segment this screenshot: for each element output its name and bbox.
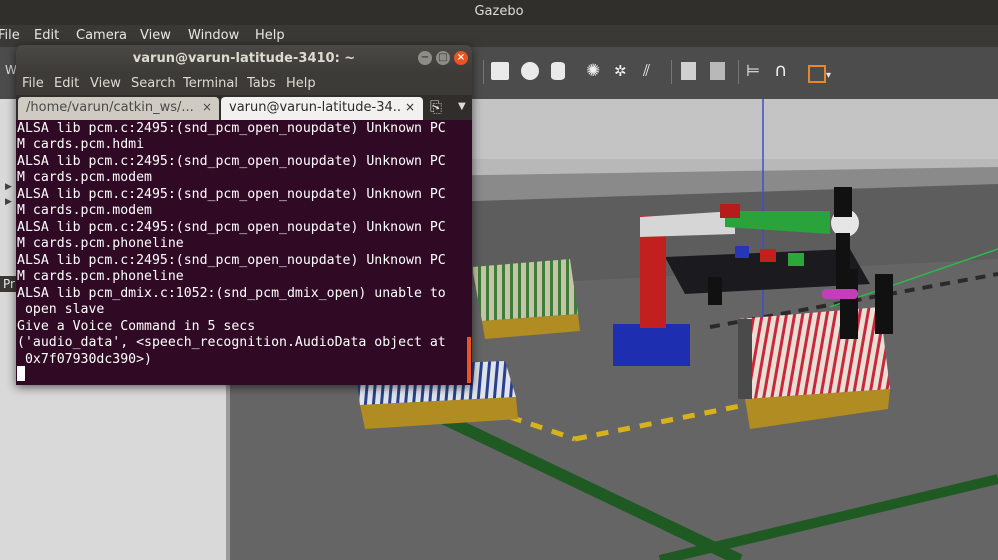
gazebo-menubar: File Edit Camera View Window Help [0, 25, 998, 47]
terminal-line: M cards.pcm.modem [17, 203, 152, 218]
spot-light-icon[interactable]: ✲ [614, 62, 632, 80]
terminal-line: ALSA lib pcm.c:2495:(snd_pcm_open_noupda… [17, 121, 446, 136]
terminal-menu-file[interactable]: File [22, 76, 44, 91]
robot-black-link [834, 187, 852, 217]
terminal-window: varun@varun-latitude-3410: ~ − □ × File … [16, 45, 472, 385]
tab-label: varun@varun-latitude-34... [229, 100, 401, 115]
tab-close-icon[interactable]: × [202, 100, 212, 114]
terminal-line: ('audio_data', <speech_recognition.Audio… [17, 335, 446, 350]
terminal-line: Give a Voice Command in 5 secs [17, 319, 256, 334]
robot-base [613, 324, 690, 366]
chevron-down-icon[interactable]: ▾ [826, 70, 844, 88]
select-view-icon[interactable] [808, 65, 826, 83]
sphere-shape-icon[interactable] [521, 62, 539, 80]
terminal-menu-view[interactable]: View [90, 76, 121, 91]
terminal-line: ALSA lib pcm_dmix.c:1052:(snd_pcm_dmix_o… [17, 286, 446, 301]
text-cursor [17, 366, 25, 381]
terminal-titlebar[interactable]: varun@varun-latitude-3410: ~ − □ × [16, 45, 472, 73]
expand-arrow-icon[interactable]: ▶ [5, 197, 12, 207]
maximize-icon[interactable]: □ [436, 51, 450, 65]
gazebo-menu-edit[interactable]: Edit [34, 28, 59, 43]
terminal-menu-tabs[interactable]: Tabs [247, 76, 276, 91]
cube-green [788, 253, 804, 266]
paste-icon[interactable] [710, 62, 725, 80]
terminal-line: M cards.pcm.phoneline [17, 269, 184, 284]
terminal-line: ALSA lib pcm.c:2495:(snd_pcm_open_noupda… [17, 220, 446, 235]
tab-varun-home[interactable]: varun@varun-latitude-34... × [221, 97, 423, 120]
gazebo-menu-window[interactable]: Window [188, 28, 239, 43]
terminal-tab-bar: /home/varun/catkin_ws/... × varun@varun-… [16, 95, 472, 120]
terminal-menu-edit[interactable]: Edit [54, 76, 79, 91]
gazebo-menu-camera[interactable]: Camera [76, 28, 127, 43]
table-leg [875, 274, 893, 334]
expand-arrow-icon[interactable]: ▶ [5, 182, 12, 192]
toolbar-separator [671, 60, 672, 84]
point-light-icon[interactable]: ✺ [586, 62, 604, 80]
tab-close-icon[interactable]: × [405, 100, 415, 114]
terminal-line: 0x7f07930dc390>) [17, 352, 152, 367]
terminal-line: open slave [17, 302, 105, 317]
toolbar-separator [483, 60, 484, 84]
robot-gripper [836, 233, 850, 291]
tab-menu-chevron-icon[interactable]: ▼ [458, 101, 466, 112]
snap-icon[interactable]: ∩ [774, 62, 792, 80]
terminal-menu-help[interactable]: Help [286, 76, 316, 91]
robot-joint [720, 204, 740, 218]
terminal-menu-search[interactable]: Search [131, 76, 176, 91]
new-tab-icon[interactable]: ⎘ [430, 98, 442, 116]
terminal-menubar: File Edit View Search Terminal Tabs Help [16, 73, 472, 95]
bin-green-back [472, 259, 578, 321]
bin-red-front [738, 307, 890, 399]
robot-magenta-ring [822, 289, 858, 299]
copy-icon[interactable] [681, 62, 696, 80]
terminal-scrollbar[interactable] [467, 337, 471, 383]
terminal-line: M cards.pcm.phoneline [17, 236, 184, 251]
tab-catkin-ws[interactable]: /home/varun/catkin_ws/... × [18, 97, 219, 120]
minimize-icon[interactable]: − [418, 51, 432, 65]
cylinder-shape-icon[interactable] [551, 62, 565, 80]
tab-label: /home/varun/catkin_ws/... [26, 100, 194, 115]
gazebo-menu-view[interactable]: View [140, 28, 171, 43]
box-shape-icon[interactable] [491, 62, 509, 80]
bin-red-corner [738, 319, 752, 399]
terminal-line: ALSA lib pcm.c:2495:(snd_pcm_open_noupda… [17, 187, 446, 202]
close-icon[interactable]: × [454, 51, 468, 65]
cube-red [760, 249, 776, 262]
terminal-line: M cards.pcm.hdmi [17, 137, 145, 152]
align-icon[interactable]: ⊨ [746, 62, 764, 80]
gazebo-titlebar: Gazebo [0, 0, 998, 25]
terminal-title: varun@varun-latitude-3410: ~ [132, 51, 356, 66]
gazebo-title: Gazebo [474, 4, 524, 19]
directional-light-icon[interactable]: ⫽ [643, 62, 661, 80]
terminal-output[interactable]: ALSA lib pcm.c:2495:(snd_pcm_open_noupda… [16, 120, 472, 385]
gazebo-menu-help[interactable]: Help [255, 28, 285, 43]
toolbar-separator [738, 60, 739, 84]
terminal-line: ALSA lib pcm.c:2495:(snd_pcm_open_noupda… [17, 154, 446, 169]
gazebo-menu-file[interactable]: File [0, 28, 20, 43]
terminal-line: M cards.pcm.modem [17, 170, 152, 185]
terminal-line: ALSA lib pcm.c:2495:(snd_pcm_open_noupda… [17, 253, 446, 268]
table-leg [708, 277, 722, 305]
cube-blue [735, 246, 749, 258]
terminal-menu-terminal[interactable]: Terminal [183, 76, 238, 91]
